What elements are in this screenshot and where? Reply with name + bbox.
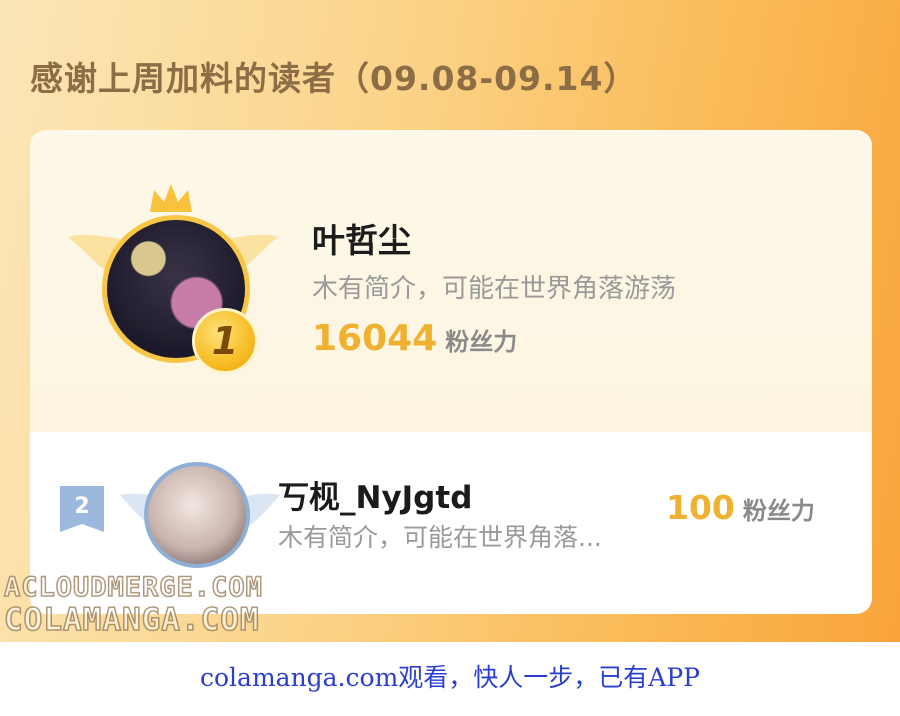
- ranking-card: 1 叶哲尘 木有简介，可能在世界角落游荡 16044 粉丝力 2 丂枧_NyJgt…: [30, 130, 872, 614]
- fan-power: 16044 粉丝力: [312, 318, 517, 359]
- reader-thanks-banner: 感谢上周加料的读者（09.08-09.14） 1 叶哲尘 木有简介，可能在世界角…: [0, 0, 900, 642]
- fan-power-value: 100: [666, 488, 735, 527]
- rank-badge-gold: 1: [192, 308, 258, 374]
- fan-power-unit: 粉丝力: [445, 328, 518, 356]
- reader-name[interactable]: 丂枧_NyJgtd: [278, 472, 472, 517]
- fan-power: 100 粉丝力: [666, 488, 815, 527]
- fan-power-unit: 粉丝力: [742, 497, 815, 525]
- page-title: 感谢上周加料的读者（09.08-09.14）: [30, 59, 638, 98]
- crown-icon: [150, 184, 192, 212]
- footer-promo-text[interactable]: colamanga.com观看，快人一步，已有APP: [0, 658, 900, 694]
- reader-name[interactable]: 叶哲尘: [312, 214, 411, 262]
- rank-number: 2: [74, 494, 89, 519]
- fan-power-value: 16044: [312, 318, 438, 359]
- watermark: ACLOUDMERGE.COM: [3, 571, 263, 604]
- avatar[interactable]: [144, 462, 250, 568]
- watermark: COLAMANGA.COM: [3, 601, 260, 639]
- rank-badge-silver: 2: [60, 486, 104, 532]
- reader-description: 木有简介，可能在世界角落游荡: [312, 274, 677, 304]
- reader-description: 木有简介，可能在世界角落...: [278, 523, 602, 552]
